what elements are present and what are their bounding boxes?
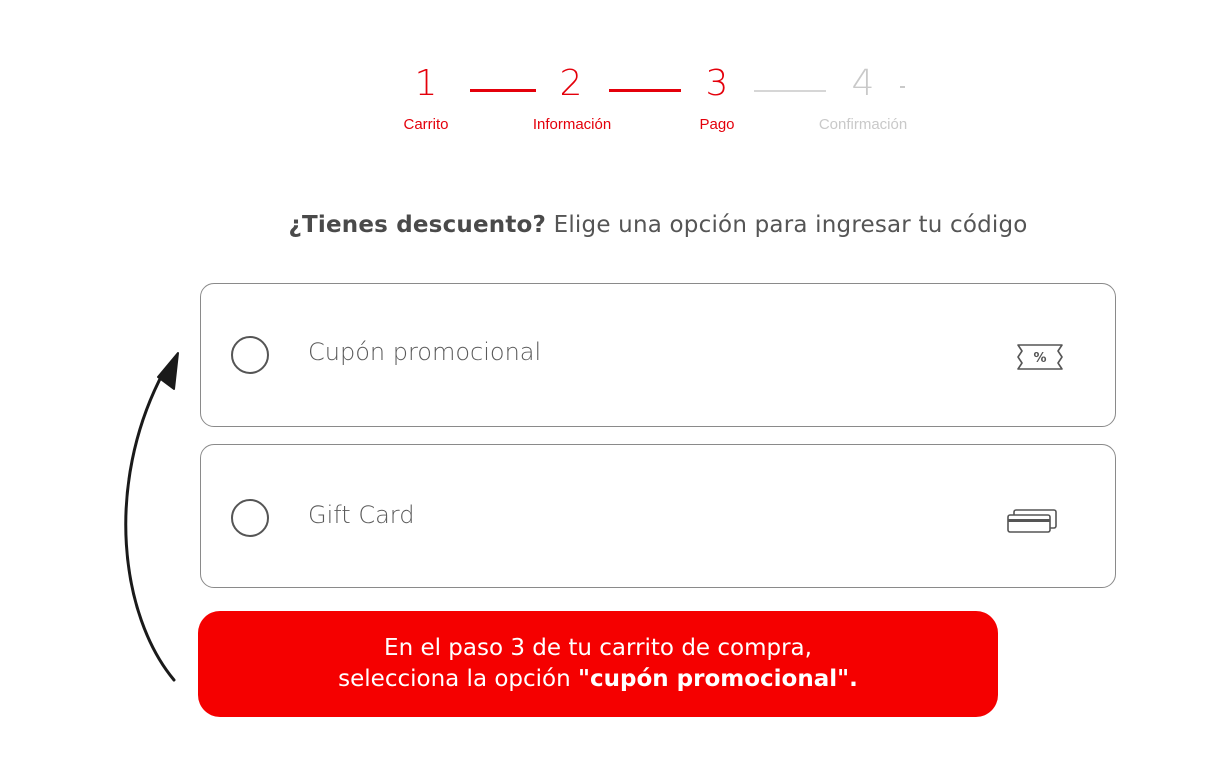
coupon-option[interactable]: Cupón promocional % bbox=[200, 283, 1116, 427]
step-3-number: 3 bbox=[705, 63, 729, 104]
step-4-number: 4 bbox=[851, 63, 875, 104]
coupon-radio[interactable] bbox=[231, 336, 269, 374]
coupon-option-label: Cupón promocional bbox=[308, 338, 542, 366]
callout-line-2: selecciona la opción "cupón promocional"… bbox=[198, 664, 998, 695]
step-2-label[interactable]: Información bbox=[502, 116, 642, 134]
step-3-label: Pago bbox=[699, 116, 735, 133]
gift-card-option[interactable]: Gift Card bbox=[200, 444, 1116, 588]
callout-line-2-text: selecciona la opción bbox=[338, 666, 579, 692]
discount-heading-text: Elige una opción para ingresar tu código bbox=[546, 212, 1028, 238]
step-4-label: Confirmación bbox=[818, 116, 908, 133]
discount-heading-bold: ¿Tienes descuento? bbox=[288, 212, 547, 238]
callout-line-2-bold: "cupón promocional". bbox=[578, 666, 858, 692]
svg-text:%: % bbox=[1033, 351, 1046, 366]
step-connector-2 bbox=[609, 89, 681, 92]
gift-card-radio[interactable] bbox=[231, 499, 269, 537]
callout-line-1: En el paso 3 de tu carrito de compra, bbox=[384, 635, 812, 661]
step-trailing-dot bbox=[900, 86, 905, 88]
step-1-number: 1 bbox=[414, 63, 438, 104]
step-connector-3 bbox=[754, 90, 826, 92]
cards-icon bbox=[1006, 508, 1058, 539]
step-1-label[interactable]: Carrito bbox=[356, 116, 496, 134]
step-2-number: 2 bbox=[559, 63, 583, 104]
instruction-callout: En el paso 3 de tu carrito de compra, se… bbox=[198, 611, 998, 717]
discount-heading: ¿Tienes descuento? Elige una opción para… bbox=[200, 212, 1116, 238]
pointer-arrow-icon bbox=[110, 345, 200, 695]
coupon-percent-icon: % bbox=[1016, 342, 1064, 377]
step-connector-1 bbox=[470, 89, 536, 92]
gift-card-option-label: Gift Card bbox=[308, 501, 415, 529]
